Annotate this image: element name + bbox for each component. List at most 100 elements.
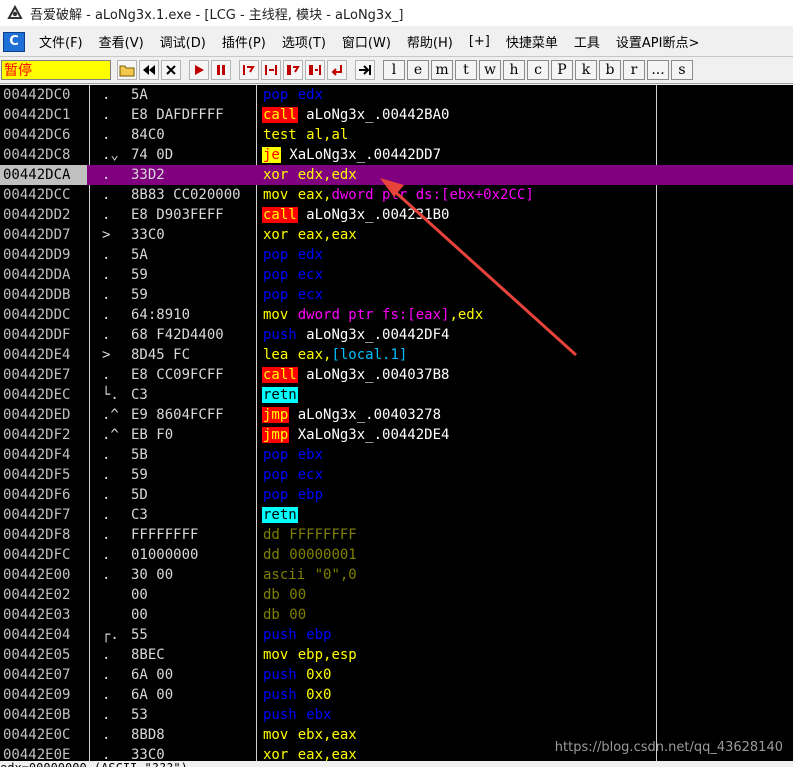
jump-marker: . [102, 487, 111, 503]
instruction-row[interactable]: 00442E00. 30 00 ascii "0",0 [0, 565, 793, 585]
disassembly-cell: pop ecx [262, 265, 323, 285]
instruction-row[interactable]: 00442DD2. E8 D903FEFF call aLoNg3x_.004231… [0, 205, 793, 225]
selected-instruction-row[interactable]: 00442DCA. 33D2 xor edx,edx [0, 165, 793, 185]
menu-tools[interactable]: 工具 [566, 32, 608, 51]
threads-button[interactable]: t [455, 60, 477, 80]
operand: ecx [297, 287, 324, 303]
instruction-row[interactable]: 00442DDA. 59 pop ecx [0, 265, 793, 285]
disassembly-cell: pop ecx [262, 465, 323, 485]
opcode-mnemonic: retn [262, 387, 298, 403]
disassembly-cell: db 00 [262, 605, 306, 625]
instruction-row[interactable]: 00442DDF. 68 F42D4400 push aLoNg3x_.00442D… [0, 325, 793, 345]
instruction-row[interactable]: 00442E0B. 53 push ebx [0, 705, 793, 725]
instruction-row[interactable]: 00442DF7. C3 retn [0, 505, 793, 525]
disassembly-cell: mov eax,dword ptr ds:[ebx+0x2CC] [262, 185, 534, 205]
open-folder-icon[interactable] [117, 60, 137, 80]
instruction-row[interactable]: 00442DDC. 64:8910 mov dword ptr fs:[eax],e… [0, 305, 793, 325]
menu-shortcuts[interactable]: 快捷菜单 [498, 32, 566, 51]
menu-view[interactable]: 查看(V) [91, 32, 152, 51]
address-cell: 00442DD2 [3, 207, 71, 223]
hex-dump-cell: 59 [131, 287, 148, 303]
instruction-row[interactable]: 00442DF4. 5B pop ebx [0, 445, 793, 465]
address-cell: 00442DDC [3, 307, 71, 323]
call-stack-button[interactable]: k [575, 60, 597, 80]
menu-help[interactable]: 帮助(H) [399, 32, 461, 51]
pause-icon[interactable] [211, 60, 231, 80]
instruction-row[interactable]: 00442DD7 >33C0 xor eax,eax [0, 225, 793, 245]
jump-marker: . [102, 447, 111, 463]
step-over-icon[interactable] [261, 60, 281, 80]
menu-window[interactable]: 窗口(W) [334, 32, 399, 51]
instruction-row[interactable]: 00442E05. 8BEC mov ebp,esp [0, 645, 793, 665]
instruction-row[interactable]: 00442E09. 6A 00 push 0x0 [0, 685, 793, 705]
disassembly-pane[interactable]: 00442DC0. 5A pop edx 00442DC1. E8 DAFDFFFF ca… [0, 85, 793, 761]
close-icon[interactable] [161, 60, 181, 80]
instruction-row[interactable]: 00442DF8. FFFFFFFF dd FFFFFFFF [0, 525, 793, 545]
address-cell: 00442DC0 [3, 87, 71, 103]
patches-button[interactable]: P [551, 60, 573, 80]
instruction-row[interactable]: 00442E04 ┌. 55 push ebp [0, 625, 793, 645]
instruction-row[interactable]: 00442DD9. 5A pop edx [0, 245, 793, 265]
opcode-mnemonic: dd [263, 547, 280, 563]
menu-options[interactable]: 选项(T) [274, 32, 334, 51]
instruction-row[interactable]: 00442DED .^ E9 8604FCFF jmp aLoNg3x_.004032… [0, 405, 793, 425]
instruction-row[interactable]: 00442DFC. 01000000 dd 00000001 [0, 545, 793, 565]
instruction-row[interactable]: 00442DF5. 59 pop ecx [0, 465, 793, 485]
instruction-row[interactable]: 00442DCC. 8B83 CC020000 mov eax,dword ptr … [0, 185, 793, 205]
menu-plugins[interactable]: 插件(P) [214, 32, 274, 51]
instruction-row[interactable]: 00442DE7. E8 CC09FCFF call aLoNg3x_.004037… [0, 365, 793, 385]
instruction-row[interactable]: 00442DC1. E8 DAFDFFFF call aLoNg3x_.00442B… [0, 105, 793, 125]
run-icon[interactable] [189, 60, 209, 80]
instruction-row[interactable]: 00442DF2 .^ EB F0 jmp XaLoNg3x_.00442DE4 [0, 425, 793, 445]
menu-set-api-breakpoint[interactable]: 设置API断点> [608, 32, 707, 51]
execute-till-return-icon[interactable] [327, 60, 347, 80]
go-to-arrow-icon[interactable] [355, 60, 375, 80]
references-button[interactable]: r [623, 60, 645, 80]
opcode-mnemonic: db [263, 607, 280, 623]
instruction-row[interactable]: 00442DE4 >8D45 FC lea eax,[local.1] [0, 345, 793, 365]
menu-file[interactable]: 文件(F) [31, 32, 91, 51]
rewind-icon[interactable] [139, 60, 159, 80]
run-trace-button[interactable]: ... [647, 60, 669, 80]
trace-over-icon[interactable] [305, 60, 325, 80]
instruction-row[interactable]: 00442DEC └. C3 retn [0, 385, 793, 405]
source-button[interactable]: s [671, 60, 693, 80]
cpu-button[interactable]: c [527, 60, 549, 80]
instruction-row[interactable]: 00442E03 00 db 00 [0, 605, 793, 625]
instruction-row[interactable]: 00442E02 00 db 00 [0, 585, 793, 605]
jump-marker: . [102, 527, 111, 543]
opcode-mnemonic: pop [263, 467, 289, 483]
opcode-mnemonic: pop [263, 447, 289, 463]
executable-modules-button[interactable]: e [407, 60, 429, 80]
instruction-row[interactable]: 00442DC0. 5A pop edx [0, 85, 793, 105]
menu-debug[interactable]: 调试(D) [152, 32, 214, 51]
operand: ebp [306, 627, 332, 643]
disassembly-cell: retn [262, 385, 298, 405]
hex-dump-cell: 8BD8 [131, 727, 165, 743]
opcode-mnemonic: mov [263, 187, 289, 203]
opcode-mnemonic: mov [263, 307, 289, 323]
instruction-row[interactable]: 00442DC6. 84C0 test al,al [0, 125, 793, 145]
menu-plus[interactable]: [+] [461, 34, 498, 49]
disassembly-cell: lea eax,[local.1] [262, 345, 407, 365]
instruction-row[interactable]: 00442DDB. 59 pop ecx [0, 285, 793, 305]
handles-button[interactable]: h [503, 60, 525, 80]
app-logo-icon[interactable]: C [3, 31, 25, 52]
disassembly-cell: dd 00000001 [262, 545, 357, 565]
memory-map-button[interactable]: m [431, 60, 453, 80]
trace-into-icon[interactable] [283, 60, 303, 80]
jump-marker: . [102, 267, 111, 283]
hex-dump-cell: 59 [131, 467, 148, 483]
windows-button[interactable]: w [479, 60, 501, 80]
jump-marker: . [102, 127, 111, 143]
instruction-row[interactable]: 00442DF6. 5D pop ebp [0, 485, 793, 505]
disassembly-cell: jmp aLoNg3x_.00403278 [262, 405, 441, 425]
breakpoints-button[interactable]: b [599, 60, 621, 80]
instruction-row[interactable]: 00442E07. 6A 00 push 0x0 [0, 665, 793, 685]
log-window-button[interactable]: l [383, 60, 405, 80]
opcode-mnemonic: lea [263, 347, 289, 363]
step-into-icon[interactable] [239, 60, 259, 80]
instruction-row[interactable]: 00442DC8 .⌄ 74 0D je XaLoNg3x_.00442DD7 [0, 145, 793, 165]
hex-dump-cell: 6A 00 [131, 667, 174, 683]
hex-dump-cell: FFFFFFFF [131, 527, 199, 543]
